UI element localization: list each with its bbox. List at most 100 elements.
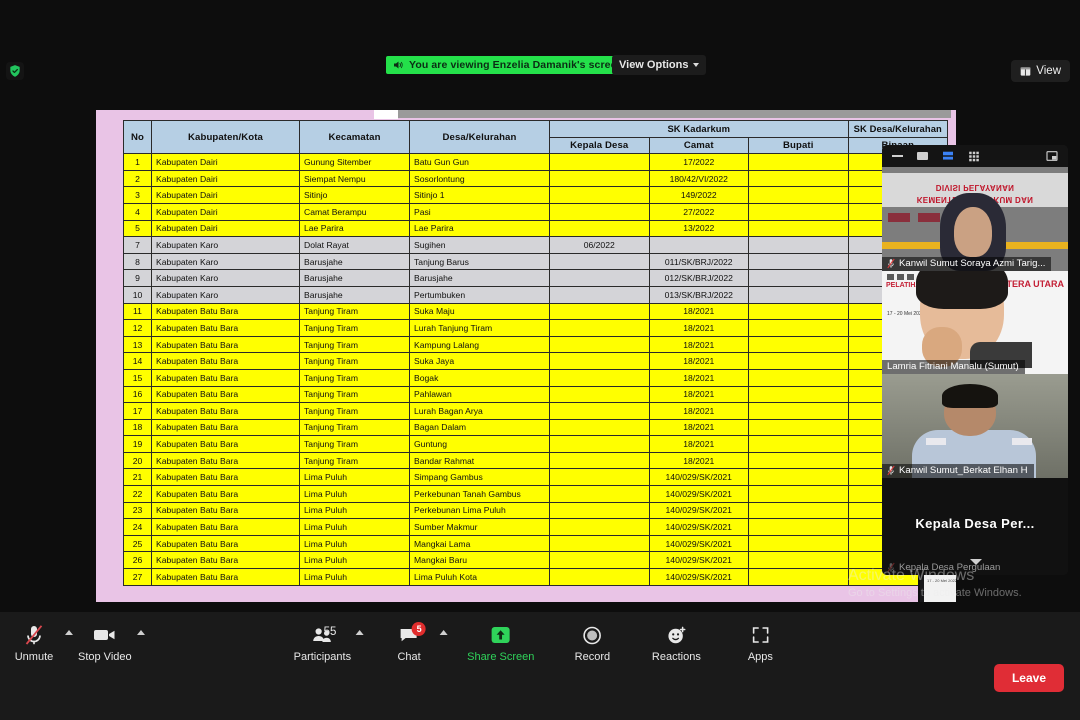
table-cell-desa: Suka Jaya — [410, 353, 550, 370]
maximize-icon[interactable] — [917, 152, 928, 160]
participants-count: 55 — [324, 626, 337, 638]
table-cell-kec: Tanjung Tiram — [300, 452, 410, 469]
table-row[interactable]: 17Kabupaten Batu BaraTanjung TiramLurah … — [124, 403, 948, 420]
table-cell-kec: Tanjung Tiram — [300, 320, 410, 337]
table-row[interactable]: 19Kabupaten Batu BaraTanjung TiramGuntun… — [124, 436, 948, 453]
popout-icon[interactable] — [1046, 151, 1058, 161]
participant-tile[interactable]: Kanwil Sumut_Berkat Elhan H — [882, 374, 1068, 478]
table-row[interactable]: 23Kabupaten Batu BaraLima PuluhPerkebuna… — [124, 502, 948, 519]
table-row[interactable]: 13Kabupaten Batu BaraTanjung TiramKampun… — [124, 336, 948, 353]
participant-tile[interactable]: KEMENTERIAN HUKUM DAN DIVISI PELAYANAN K… — [882, 167, 1068, 271]
table-cell-bupati — [749, 569, 849, 586]
table-cell-kec: Gunung Sitember — [300, 154, 410, 171]
table-row[interactable]: 21Kabupaten Batu BaraLima PuluhSimpang G… — [124, 469, 948, 486]
table-cell-desa: Bandar Rahmat — [410, 452, 550, 469]
shared-screen-stage[interactable]: No Kabupaten/Kota Kecamatan Desa/Kelurah… — [96, 110, 956, 602]
share-screen-button[interactable]: Share Screen — [467, 624, 534, 663]
table-cell-kd — [550, 154, 650, 171]
table-cell-no: 24 — [124, 519, 152, 536]
table-cell-kd — [550, 320, 650, 337]
speaker-view-icon[interactable] — [942, 151, 954, 161]
chevron-up-icon[interactable] — [356, 630, 364, 635]
table-cell-camat: 18/2021 — [649, 386, 749, 403]
table-row[interactable]: 15Kabupaten Batu BaraTanjung TiramBogak1… — [124, 369, 948, 386]
microphone-muted-icon — [24, 624, 44, 646]
participant-name-bar: Kanwil Sumut Soraya Azmi Tarig... — [882, 257, 1051, 271]
table-row[interactable]: 11Kabupaten Batu BaraTanjung TiramSuka M… — [124, 303, 948, 320]
table-row[interactable]: 20Kabupaten Batu BaraTanjung TiramBandar… — [124, 452, 948, 469]
table-row[interactable]: 3Kabupaten DairiSitinjoSitinjo 1149/2022 — [124, 187, 948, 204]
table-cell-no: 2 — [124, 170, 152, 187]
table-cell-kd: 06/2022 — [550, 237, 650, 254]
smiley-plus-icon — [666, 624, 686, 646]
table-cell-desa: Bogak — [410, 369, 550, 386]
participant-tile[interactable]: PELATIHAN PARALEGAL KANWIL SUMATERA UTAR… — [882, 271, 1068, 374]
table-cell-camat: 18/2021 — [649, 369, 749, 386]
unmute-button[interactable]: Unmute — [8, 624, 60, 663]
reactions-label: Reactions — [652, 651, 701, 663]
participants-button[interactable]: 55 Participants — [294, 624, 351, 663]
backdrop-logos-2 — [887, 274, 914, 280]
table-row[interactable]: 7Kabupaten KaroDolat RayatSugihen06/2022 — [124, 237, 948, 254]
table-cell-no: 8 — [124, 253, 152, 270]
leave-button[interactable]: Leave — [994, 664, 1064, 692]
toolbar-left-group: Unmute Stop Video — [8, 624, 132, 663]
participant-video-2: PELATIHAN PARALEGAL KANWIL SUMATERA UTAR… — [882, 271, 1068, 374]
chevron-up-icon[interactable] — [440, 630, 448, 635]
reactions-button[interactable]: Reactions — [650, 624, 702, 663]
table-cell-kab: Kabupaten Batu Bara — [152, 535, 300, 552]
table-row[interactable]: 27Kabupaten Batu BaraLima PuluhLima Pulu… — [124, 569, 948, 586]
participant-tile[interactable]: Kepala Desa Per... Kepala Desa Pergulaan — [882, 478, 1068, 575]
table-row[interactable]: 2Kabupaten DairiSiempat NempuSosorlontun… — [124, 170, 948, 187]
col-header-kecamatan: Kecamatan — [300, 121, 410, 154]
table-cell-desa: Sitinjo 1 — [410, 187, 550, 204]
table-row[interactable]: 22Kabupaten Batu BaraLima PuluhPerkebuna… — [124, 486, 948, 503]
table-row[interactable]: 1Kabupaten DairiGunung SitemberBatu Gun … — [124, 154, 948, 171]
table-cell-kd — [550, 469, 650, 486]
table-row[interactable]: 10Kabupaten KaroBarusjahePertumbuken013/… — [124, 286, 948, 303]
view-options-button[interactable]: View Options — [612, 55, 706, 75]
view-button[interactable]: View — [1011, 60, 1070, 82]
table-cell-kec: Tanjung Tiram — [300, 369, 410, 386]
participant-name-text: Lamria Fitriani Manalu (Sumut) — [887, 361, 1019, 372]
table-row[interactable]: 9Kabupaten KaroBarusjaheBarusjahe012/SK/… — [124, 270, 948, 287]
stop-video-button[interactable]: Stop Video — [78, 624, 132, 663]
table-row[interactable]: 5Kabupaten DairiLae PariraLae Parira13/2… — [124, 220, 948, 237]
minimize-icon[interactable] — [892, 155, 903, 157]
view-button-label: View — [1036, 65, 1061, 77]
col-header-sk-kadarkum: SK Kadarkum — [550, 121, 849, 138]
table-row[interactable]: 8Kabupaten KaroBarusjaheTanjung Barus011… — [124, 253, 948, 270]
chat-button[interactable]: 5 Chat — [383, 624, 435, 663]
gallery-view-icon[interactable] — [968, 151, 980, 162]
table-cell-bupati — [749, 369, 849, 386]
table-row[interactable]: 14Kabupaten Batu BaraTanjung TiramSuka J… — [124, 353, 948, 370]
chevron-up-icon[interactable] — [137, 630, 145, 635]
table-row[interactable]: 12Kabupaten Batu BaraTanjung TiramLurah … — [124, 320, 948, 337]
table-row[interactable]: 24Kabupaten Batu BaraLima PuluhSumber Ma… — [124, 519, 948, 536]
table-cell-kab: Kabupaten Batu Bara — [152, 386, 300, 403]
table-cell-kab: Kabupaten Batu Bara — [152, 552, 300, 569]
table-cell-kec: Lae Parira — [300, 220, 410, 237]
chevron-up-icon[interactable] — [65, 630, 73, 635]
participants-filmstrip[interactable]: KEMENTERIAN HUKUM DAN DIVISI PELAYANAN K… — [882, 145, 1068, 575]
table-row[interactable]: 16Kabupaten Batu BaraTanjung TiramPahlaw… — [124, 386, 948, 403]
apps-button[interactable]: Apps — [734, 624, 786, 663]
table-cell-camat: 140/029/SK/2021 — [649, 535, 749, 552]
table-cell-kab: Kabupaten Dairi — [152, 220, 300, 237]
table-cell-kd — [550, 386, 650, 403]
table-row[interactable]: 18Kabupaten Batu BaraTanjung TiramBagan … — [124, 419, 948, 436]
table-cell-desa: Pasi — [410, 203, 550, 220]
table-row[interactable]: 25Kabupaten Batu BaraLima PuluhMangkai L… — [124, 535, 948, 552]
table-cell-no: 22 — [124, 486, 152, 503]
record-button[interactable]: Record — [566, 624, 618, 663]
table-cell-no: 10 — [124, 286, 152, 303]
shield-check-icon[interactable] — [6, 62, 24, 80]
table-cell-bupati — [749, 403, 849, 420]
table-row[interactable]: 4Kabupaten DairiCamat BerampuPasi27/2022 — [124, 203, 948, 220]
table-cell-kec: Dolat Rayat — [300, 237, 410, 254]
table-cell-bupati — [749, 237, 849, 254]
table-cell-camat: 140/029/SK/2021 — [649, 469, 749, 486]
participant-name-bar: Lamria Fitriani Manalu (Sumut) — [882, 360, 1025, 374]
table-row[interactable]: 26Kabupaten Batu BaraLima PuluhMangkai B… — [124, 552, 948, 569]
screen-share-banner-text: You are viewing Enzelia Damanik's screen — [409, 59, 623, 71]
